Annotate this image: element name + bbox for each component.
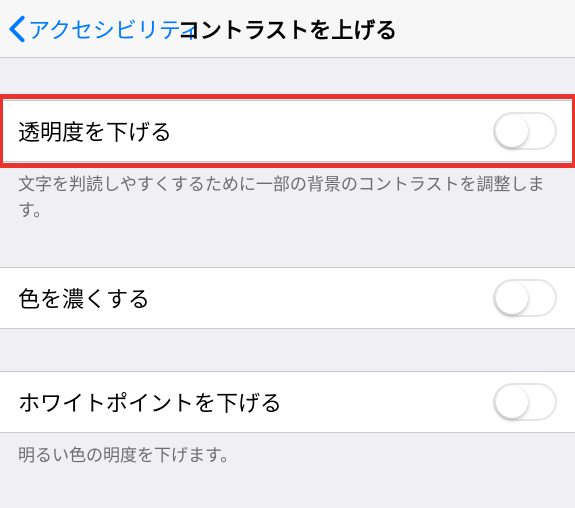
row-reduce-white-point[interactable]: ホワイトポイントを下げる [0,371,575,433]
spacer [0,58,575,100]
row-darken-colors[interactable]: 色を濃くする [0,267,575,329]
toggle-knob [496,115,528,147]
row-reduce-transparency[interactable]: 透明度を下げる [0,100,575,162]
toggle-knob [496,282,528,314]
toggle-knob [496,386,528,418]
row-label: ホワイトポイントを下げる [18,386,282,418]
toggle-darken-colors[interactable] [493,279,557,317]
row-label: 色を濃くする [18,282,150,314]
footer-reduce-transparency: 文字を判読しやすくするために一部の背景のコントラストを調整します。 [0,162,575,223]
footer-reduce-white-point: 明るい色の明度を下げます。 [0,433,575,469]
page-title: コントラストを上げる [178,13,398,45]
back-button[interactable]: アクセシビリティ [8,13,202,45]
chevron-left-icon [8,15,26,43]
spacer [0,329,575,371]
back-label: アクセシビリティ [28,13,202,45]
row-label: 透明度を下げる [18,115,172,147]
toggle-reduce-transparency[interactable] [493,112,557,150]
row-highlight-wrap: 透明度を下げる [0,100,575,162]
nav-header: アクセシビリティ コントラストを上げる [0,0,575,58]
toggle-reduce-white-point[interactable] [493,383,557,421]
spacer [0,223,575,267]
